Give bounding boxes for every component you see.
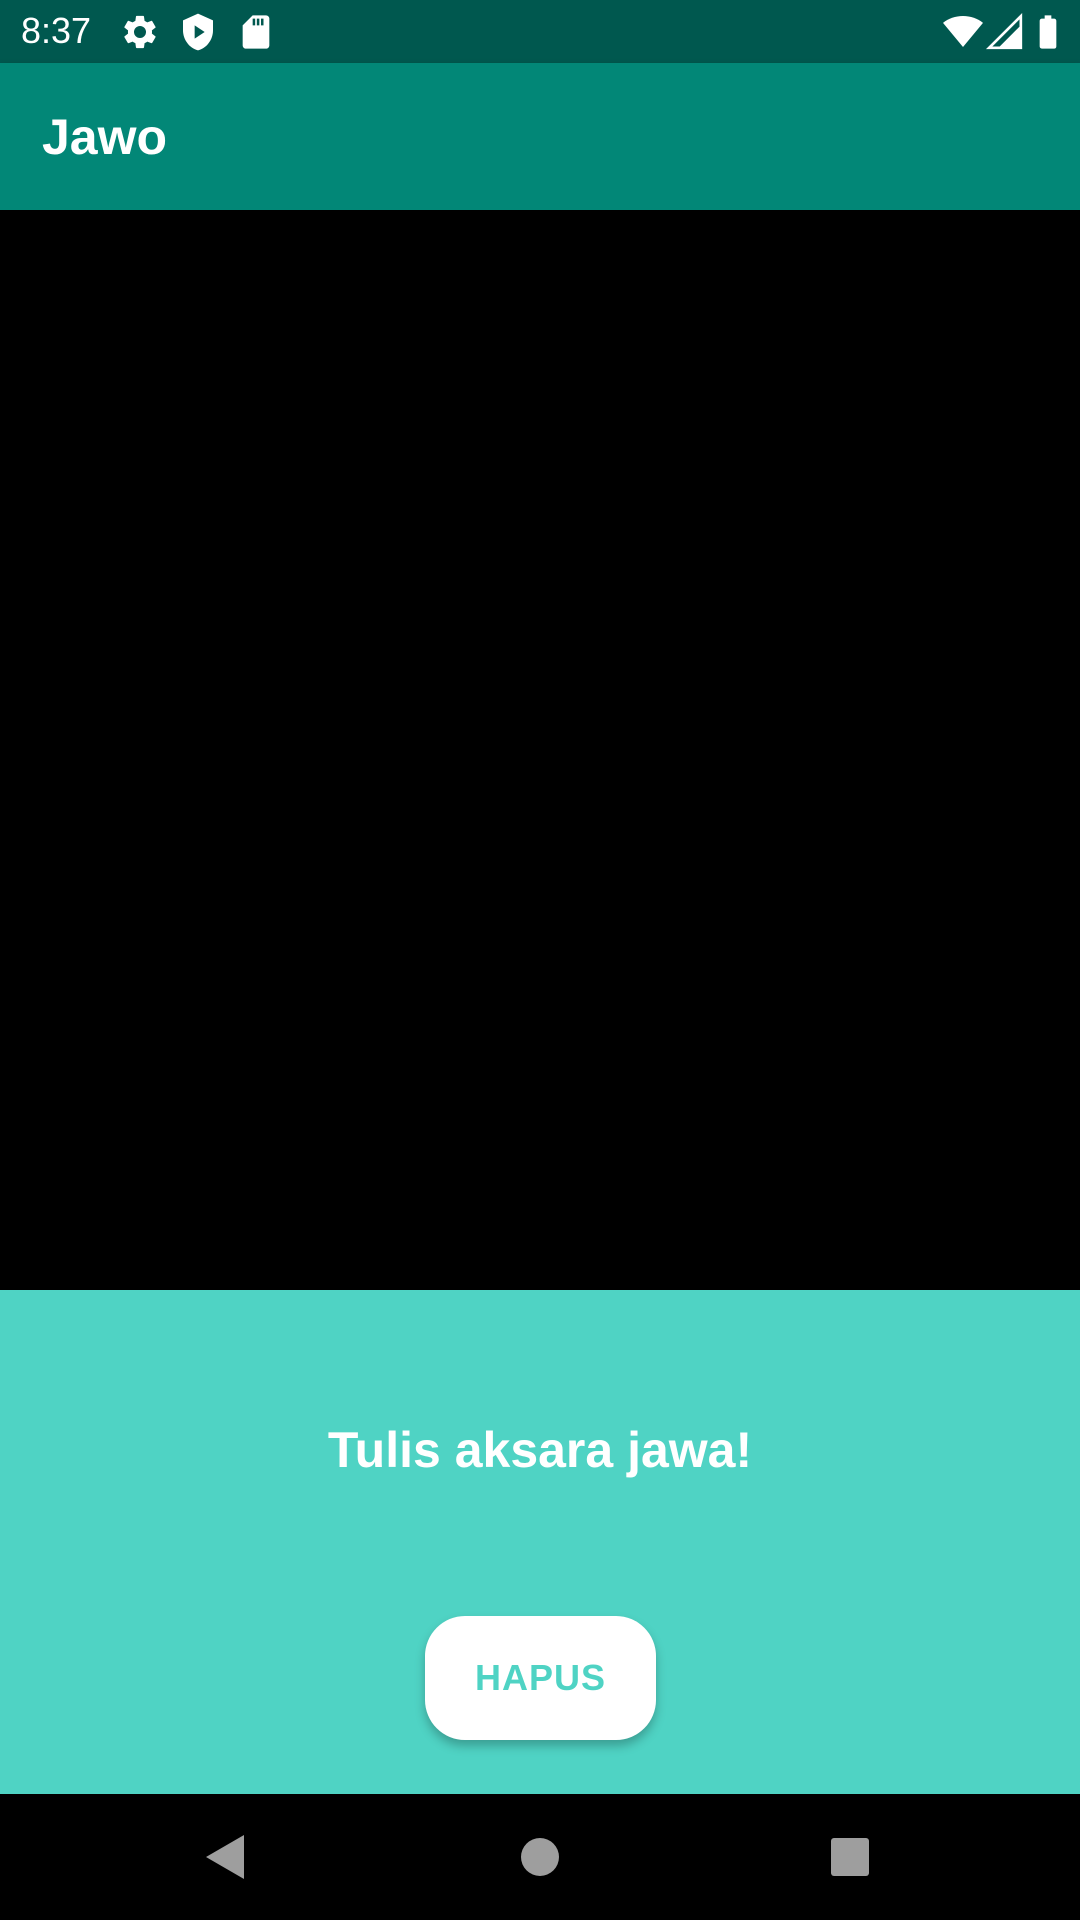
clear-button[interactable]: HAPUS: [425, 1616, 656, 1740]
status-time: 8:37: [21, 10, 92, 51]
drawing-canvas[interactable]: [0, 210, 1080, 1290]
gear-icon: [120, 12, 160, 52]
app-bar: Jawo: [0, 63, 1080, 210]
navigation-bar: [0, 1794, 1080, 1920]
wifi-icon: [943, 12, 983, 52]
status-bar: 8:37: [0, 0, 1080, 63]
signal-icon: [985, 12, 1025, 52]
back-icon[interactable]: [190, 1822, 260, 1892]
app-screen: 8:37 Jawo Tulis aksara jawa! HAPUS: [0, 0, 1080, 1920]
bottom-panel: Tulis aksara jawa! HAPUS: [0, 1290, 1080, 1794]
prompt-text: Tulis aksara jawa!: [327, 1422, 753, 1478]
recents-icon[interactable]: [815, 1822, 885, 1892]
shield-play-icon: [178, 12, 218, 52]
home-icon[interactable]: [505, 1822, 575, 1892]
battery-icon: [1028, 12, 1068, 52]
sd-card-icon: [236, 12, 276, 52]
app-title: Jawo: [42, 109, 168, 165]
